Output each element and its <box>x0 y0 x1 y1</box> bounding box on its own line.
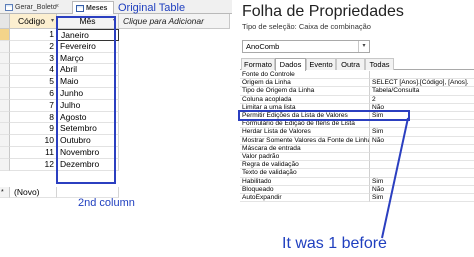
annotation-it-was-1-before: It was 1 before <box>282 235 387 252</box>
annotation-arrow-line <box>381 117 409 239</box>
annotation-arrow <box>381 117 409 239</box>
